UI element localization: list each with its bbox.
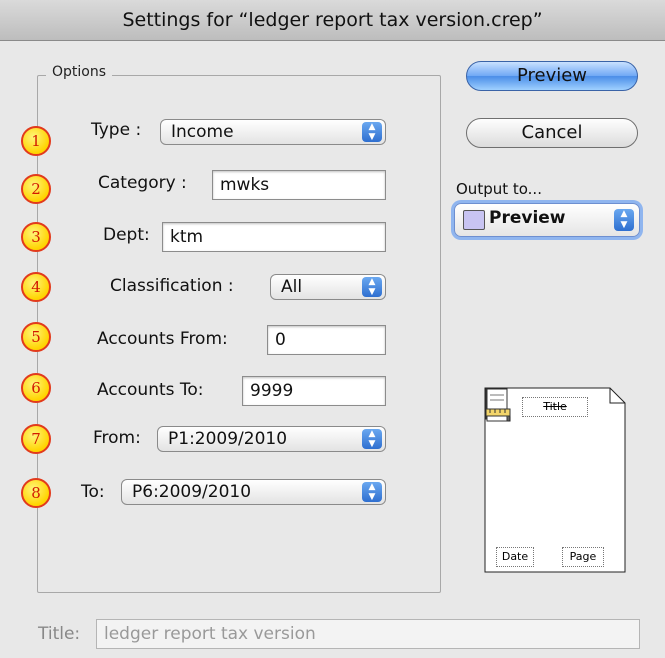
report-title-field[interactable]: ledger report tax version: [96, 619, 640, 649]
options-legend: Options: [46, 64, 113, 80]
preview-button[interactable]: Preview: [466, 61, 638, 91]
dept-label: Dept:: [103, 225, 150, 245]
to-label: To:: [81, 482, 105, 502]
classification-label: Classification :: [110, 276, 234, 296]
dept-field[interactable]: ktm: [162, 222, 386, 252]
up-down-arrows-icon: ▲ ▼: [362, 277, 382, 297]
page-layout-preview: Title Date Page: [484, 387, 626, 573]
window-title: Settings for “ledger report tax version.…: [0, 0, 665, 41]
from-period-select[interactable]: P1:2009/2010 ▲ ▼: [157, 426, 386, 452]
accounts-to-label: Accounts To:: [97, 380, 204, 400]
category-field[interactable]: mwks: [212, 170, 386, 200]
up-down-arrows-icon: ▲ ▼: [362, 482, 382, 502]
document-icon: [463, 210, 485, 230]
classification-select[interactable]: All ▲ ▼: [270, 274, 386, 300]
type-select-value: Income: [171, 122, 234, 142]
page-number-placeholder[interactable]: Page: [562, 547, 604, 567]
step-badge-6: 6: [21, 373, 51, 403]
category-label: Category :: [98, 173, 187, 193]
step-badge-7: 7: [21, 424, 51, 454]
step-badge-4: 4: [21, 272, 51, 302]
page-date-placeholder[interactable]: Date: [496, 547, 534, 567]
step-badge-5: 5: [21, 322, 51, 352]
to-period-select[interactable]: P6:2009/2010 ▲ ▼: [121, 479, 386, 505]
step-badge-8: 8: [21, 478, 51, 508]
up-down-arrows-icon: ▲ ▼: [362, 429, 382, 449]
step-badge-2: 2: [21, 174, 51, 204]
accounts-to-field[interactable]: 9999: [242, 376, 386, 406]
step-badge-1: 1: [21, 126, 51, 156]
from-label: From:: [93, 428, 141, 448]
from-period-value: P1:2009/2010: [168, 429, 288, 449]
type-select[interactable]: Income ▲ ▼: [160, 119, 386, 145]
type-label: Type :: [91, 120, 142, 140]
page-number-icon: [485, 388, 511, 422]
up-down-arrows-icon: ▲ ▼: [362, 122, 382, 142]
accounts-from-label: Accounts From:: [97, 329, 228, 349]
output-select[interactable]: Preview ▲ ▼: [454, 203, 640, 237]
output-select-value: Preview: [489, 208, 566, 228]
output-to-label: Output to...: [456, 180, 542, 198]
accounts-from-field[interactable]: 0: [267, 325, 386, 355]
classification-select-value: All: [281, 277, 303, 297]
page-title-placeholder[interactable]: Title: [522, 397, 588, 417]
step-badge-3: 3: [21, 222, 51, 252]
cancel-button[interactable]: Cancel: [466, 118, 638, 148]
report-title-label: Title:: [38, 624, 81, 644]
up-down-arrows-icon: ▲ ▼: [614, 209, 634, 231]
to-period-value: P6:2009/2010: [132, 482, 252, 502]
